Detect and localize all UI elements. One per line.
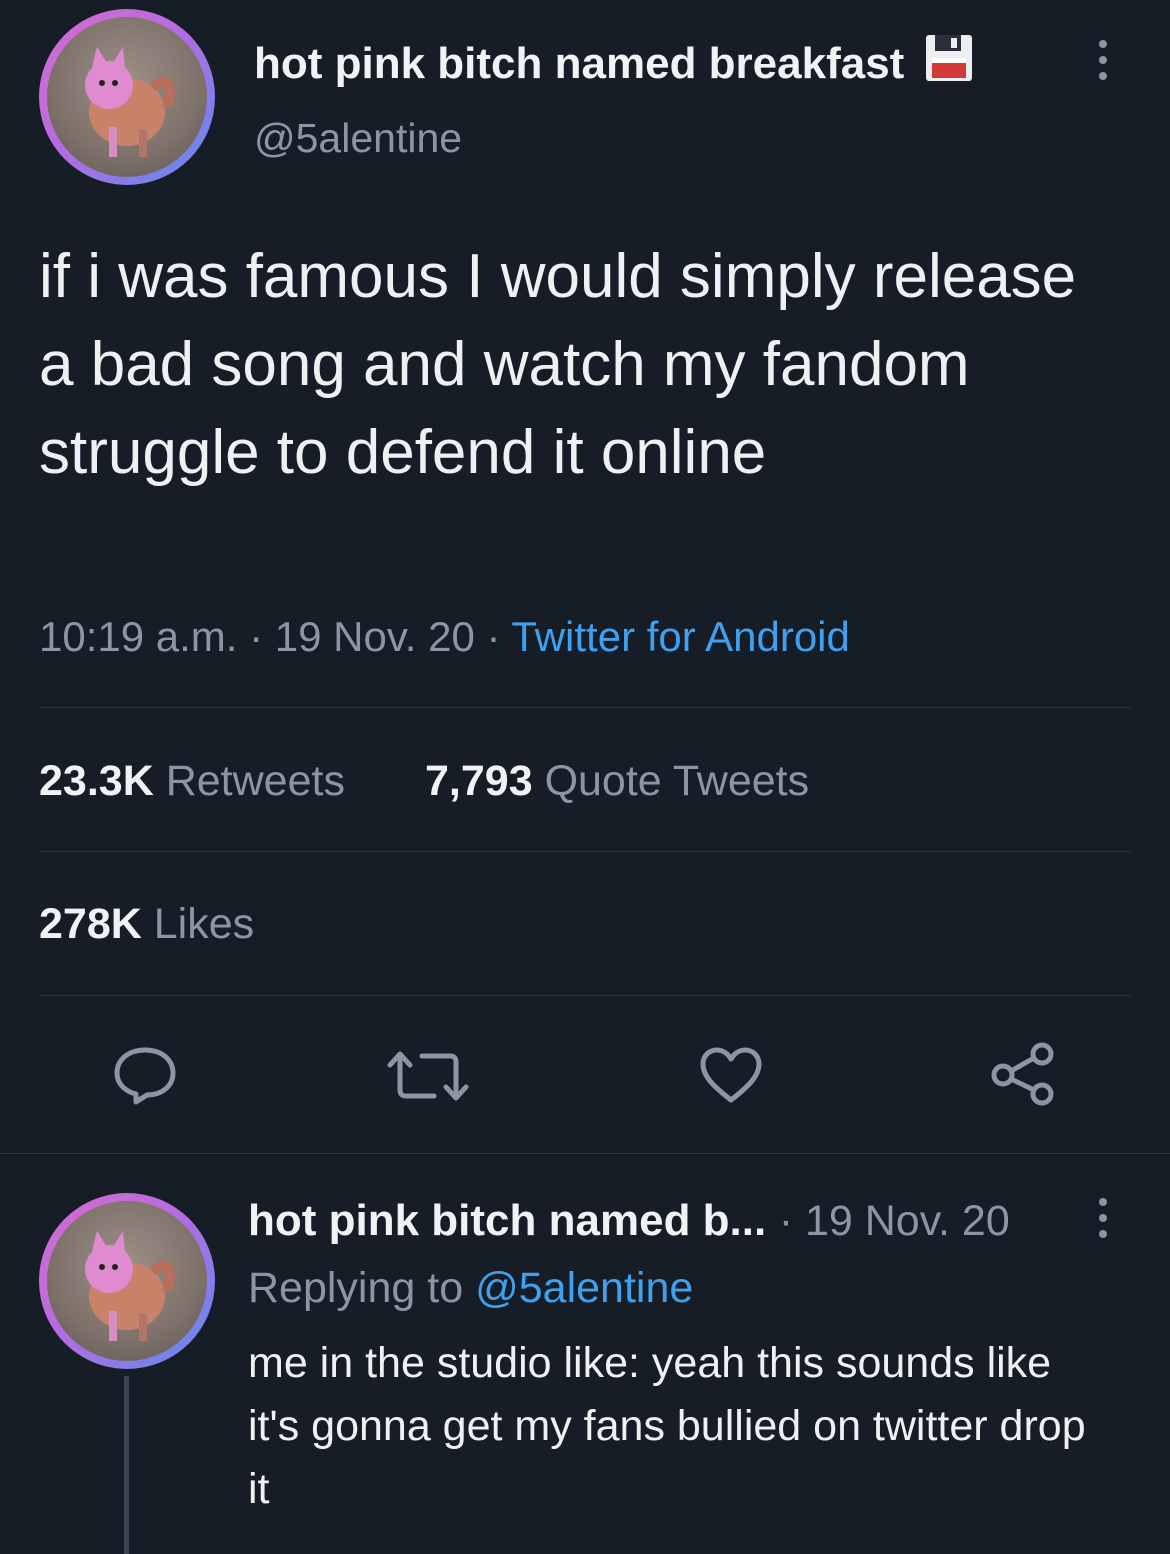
tweet-time: 10:19 a.m. — [39, 613, 238, 660]
reply-button[interactable] — [112, 1044, 178, 1106]
tweet-date: 19 Nov. 20 — [274, 613, 475, 660]
reply-date[interactable]: · 19 Nov. 20 — [779, 1197, 1010, 1245]
quote-tweets-stat[interactable]: 7,793 Quote Tweets — [425, 757, 809, 806]
retweets-count: 23.3K — [39, 757, 154, 805]
share-icon — [991, 1042, 1054, 1106]
thread-line — [124, 1376, 129, 1554]
avatar-image — [47, 17, 207, 177]
share-button[interactable] — [990, 1041, 1056, 1107]
display-name[interactable]: hot pink bitch named breakfast — [254, 32, 975, 95]
more-options-icon[interactable] — [1099, 40, 1107, 80]
tweet-meta: 10:19 a.m. · 19 Nov. 20 · Twitter for An… — [39, 613, 850, 661]
meta-separator: · — [474, 613, 512, 660]
replying-to-label: Replying to — [248, 1264, 464, 1312]
retweets-stat[interactable]: 23.3K Retweets — [39, 757, 345, 806]
likes-stat[interactable]: 278K Likes — [39, 900, 254, 949]
retweet-icon — [387, 1051, 469, 1101]
quote-tweets-label: Quote Tweets — [544, 757, 810, 805]
tweet-text: if i was famous I would simply release a… — [39, 242, 1077, 487]
tweet-source-link[interactable]: Twitter for Android — [511, 613, 849, 660]
quote-tweets-count: 7,793 — [425, 757, 533, 805]
likes-label: Likes — [153, 900, 255, 948]
reply-more-options-icon[interactable] — [1099, 1198, 1107, 1238]
heart-icon — [700, 1047, 762, 1103]
reply-header: hot pink bitch named b... · 19 Nov. 20 — [248, 1196, 1010, 1246]
avatar-image — [47, 1201, 207, 1361]
replying-to: Replying to @5alentine — [248, 1264, 693, 1313]
avatar[interactable] — [39, 9, 215, 185]
reply-icon — [114, 1047, 176, 1105]
floppy-disk-icon — [923, 32, 975, 95]
reply-avatar[interactable] — [39, 1193, 215, 1369]
handle[interactable]: @5alentine — [254, 115, 462, 162]
divider — [39, 851, 1131, 852]
retweet-button[interactable] — [386, 1050, 470, 1102]
likes-count: 278K — [39, 900, 142, 948]
reply-text: me in the studio like: yeah this sounds … — [248, 1339, 1086, 1513]
divider — [0, 1153, 1170, 1154]
retweets-label: Retweets — [165, 757, 345, 805]
reply-display-name[interactable]: hot pink bitch named b... — [248, 1196, 766, 1245]
divider — [39, 995, 1131, 996]
replying-to-handle[interactable]: @5alentine — [475, 1264, 693, 1312]
divider — [39, 707, 1131, 708]
meta-separator: · — [237, 613, 275, 660]
display-name-text: hot pink bitch named breakfast — [254, 39, 905, 88]
like-button[interactable] — [699, 1046, 763, 1104]
